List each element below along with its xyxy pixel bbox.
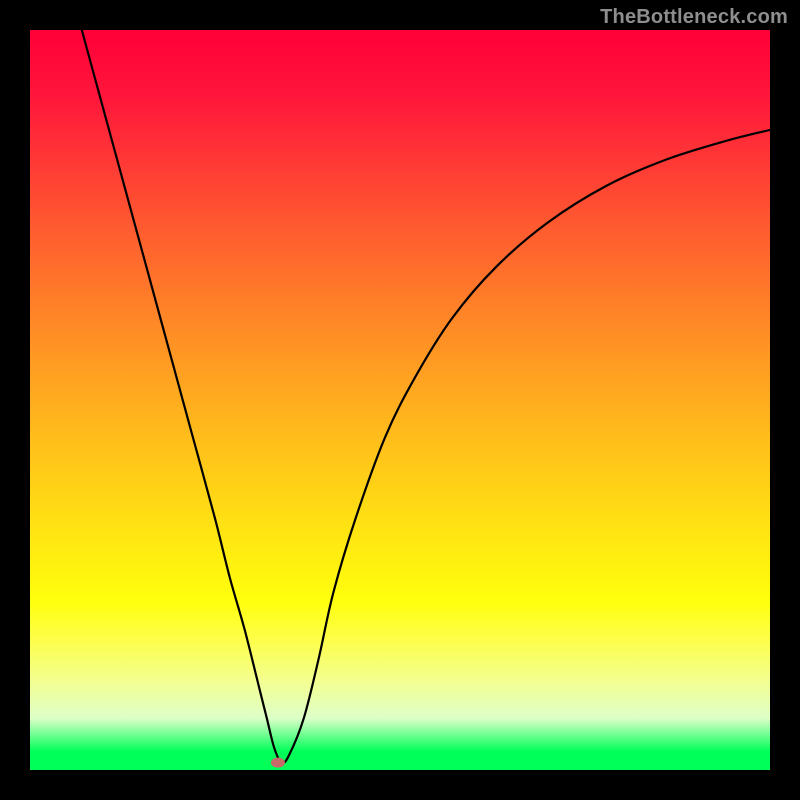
bottleneck-curve xyxy=(82,30,770,763)
attribution-watermark: TheBottleneck.com xyxy=(600,6,788,29)
curve-svg xyxy=(30,30,770,770)
plot-area xyxy=(30,30,770,770)
curve-minimum-marker xyxy=(271,758,285,768)
chart-container: TheBottleneck.com xyxy=(0,0,800,800)
